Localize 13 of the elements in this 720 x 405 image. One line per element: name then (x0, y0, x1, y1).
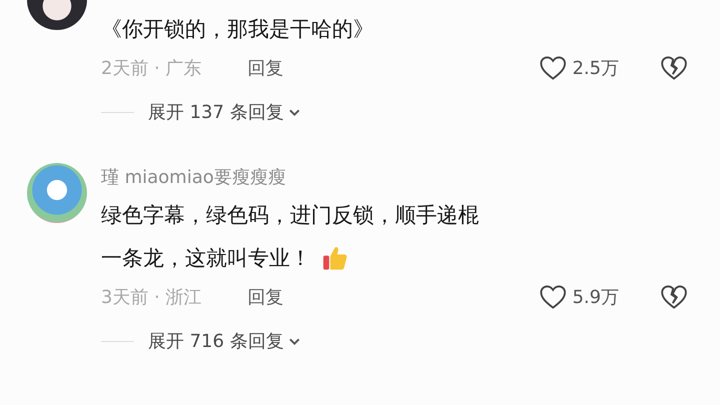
expand-replies-button[interactable]: 展开 137 条回复 (148, 100, 301, 124)
like-button[interactable]: 2.5万 (538, 53, 619, 83)
like-count: 5.9万 (572, 286, 619, 309)
comment-text: 一条龙，这就叫专业！ (101, 244, 311, 272)
timestamp-location: 2天前 · 广东 (101, 57, 202, 80)
comment-text: 绿色字幕，绿色码，进门反锁，顺手递棍 (101, 202, 479, 228)
reply-link[interactable]: 回复 (248, 56, 284, 80)
reply-link[interactable]: 回复 (248, 285, 284, 309)
timestamp-location: 3天前 · 浙江 (101, 286, 202, 309)
expand-replies-button[interactable]: 展开 716 条回复 (148, 329, 301, 353)
like-count: 2.5万 (572, 57, 619, 80)
comment-text: 《你开锁的，那我是干哈的》 (101, 16, 374, 42)
like-button[interactable]: 5.9万 (538, 282, 619, 312)
